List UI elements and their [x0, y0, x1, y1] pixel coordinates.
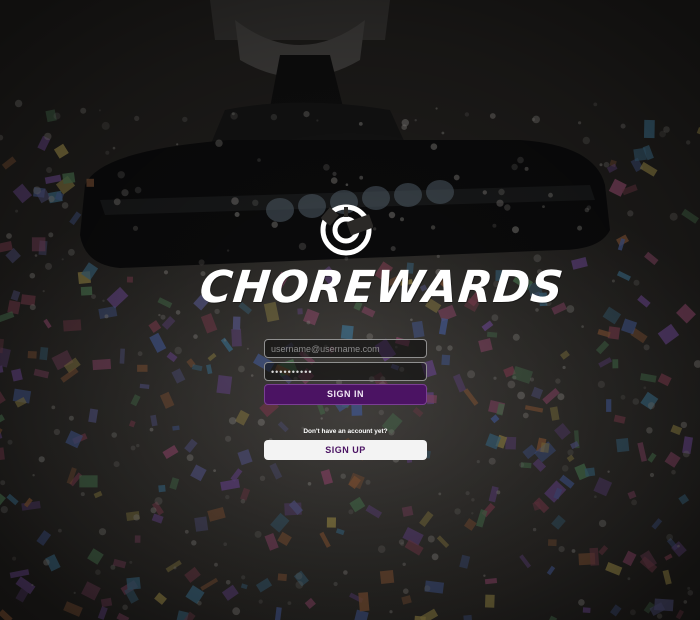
sign-up-button[interactable]: SIGN UP: [264, 440, 427, 460]
email-field[interactable]: [264, 339, 427, 358]
chorewards-logo-icon: [320, 204, 373, 256]
sign-in-button[interactable]: SIGN IN: [264, 384, 427, 405]
brand-title: CHOREWARDS: [197, 262, 567, 313]
password-field[interactable]: [264, 362, 427, 381]
signup-prompt: Don't have an account yet?: [303, 428, 388, 435]
